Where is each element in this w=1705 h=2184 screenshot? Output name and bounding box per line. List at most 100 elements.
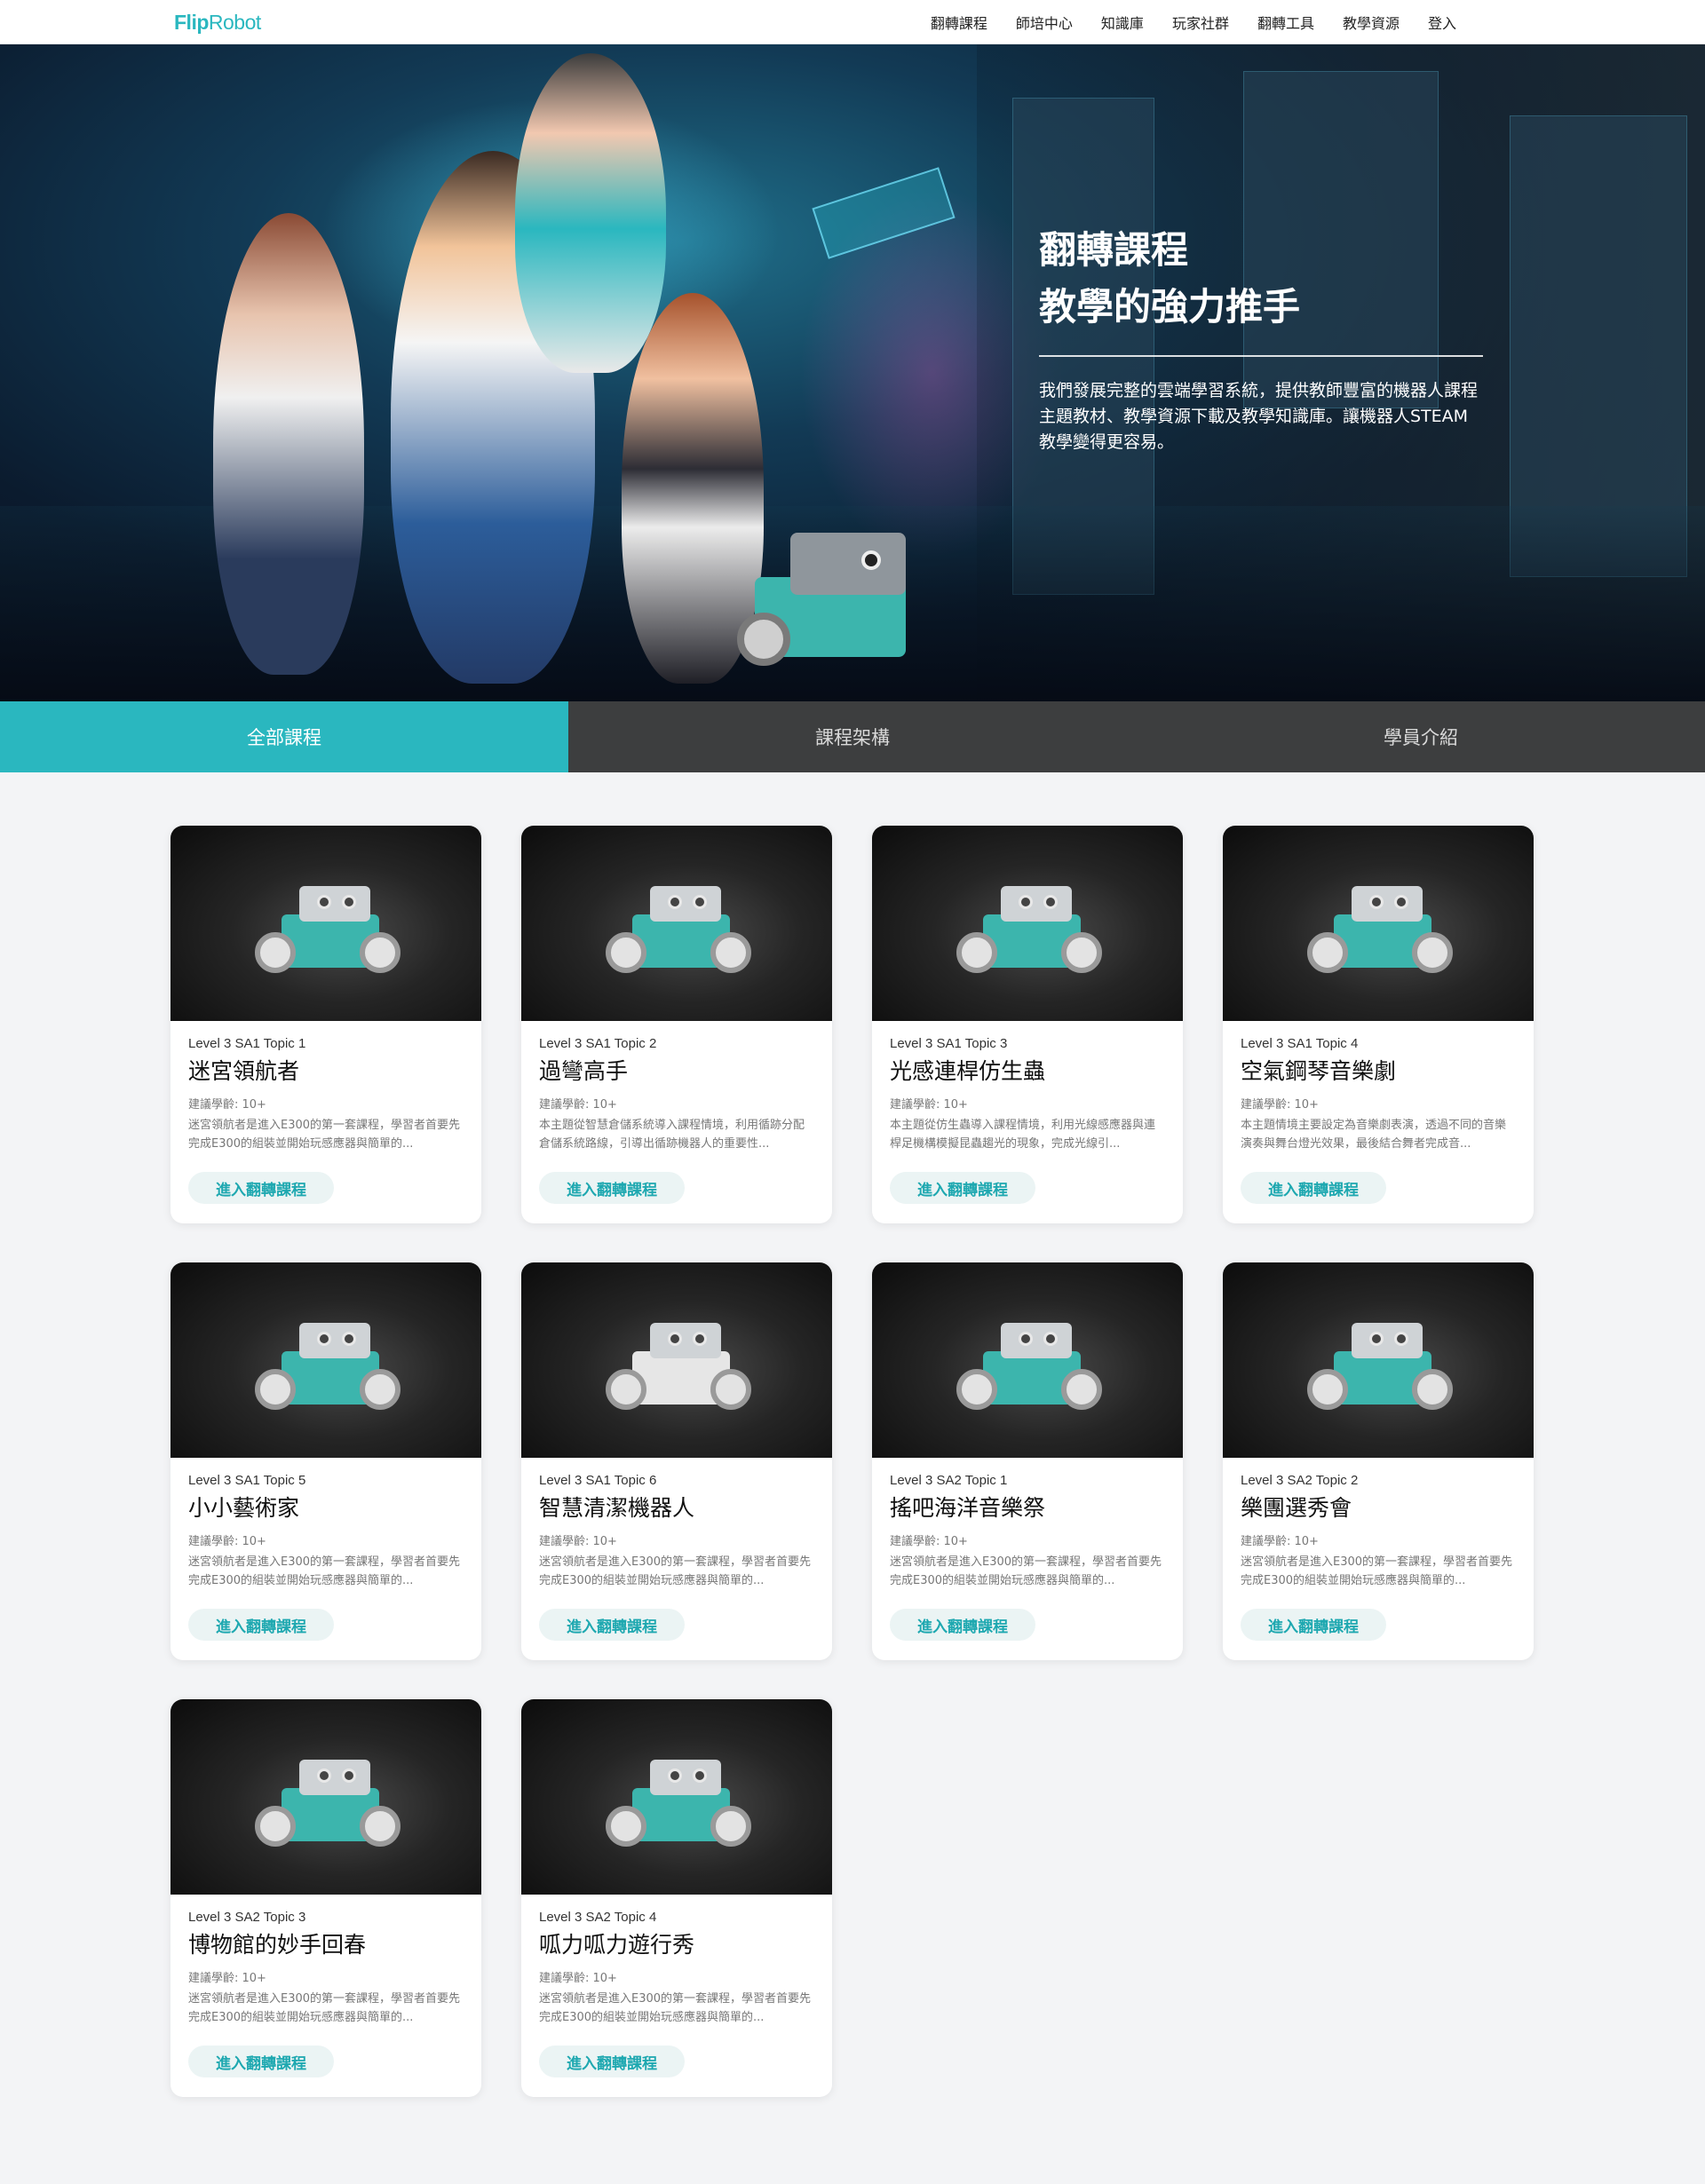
course-image [872,1262,1183,1458]
robot-illustration [606,1744,751,1859]
robot-illustration [1307,870,1453,985]
course-description: 本主題從仿生蟲導入課程情境，利用光線感應器與連桿足機構模擬昆蟲趨光的現象，完成光… [890,1119,1156,1151]
course-description: 迷宮領航者是進入E300的第一套課程，學習者首要先完成E300的組裝並開始玩感應… [188,1119,461,1151]
course-title[interactable]: 智慧清潔機器人 [539,1494,814,1523]
tab-student-intro[interactable]: 學員介紹 [1137,701,1705,772]
nav-flip-tools[interactable]: 翻轉工具 [1257,12,1314,33]
nav-flip-course[interactable]: 翻轉課程 [931,12,987,33]
course-description: 迷宮領航者是進入E300的第一套課程，學習者首要先完成E300的組裝並開始玩感應… [188,1555,461,1587]
nav-knowledge-base[interactable]: 知識庫 [1101,12,1144,33]
hero-description: 我們發展完整的雲端學習系統，提供教師豐富的機器人課程主題教材、教學資源下載及教學… [1039,381,1479,452]
course-level: Level 3 SA2 Topic 2 [1241,1473,1359,1488]
course-age: 建議學齡: 10+ [1241,1098,1319,1112]
enter-course-button[interactable]: 進入翻轉課程 [539,1172,685,1204]
course-card[interactable]: Level 3 SA1 Topic 4 空氣鋼琴音樂劇 建議學齡: 10+ 本主… [1223,826,1534,1223]
course-title[interactable]: 樂團選秀會 [1241,1494,1516,1523]
enter-course-button[interactable]: 進入翻轉課程 [188,1172,334,1204]
course-age: 建議學齡: 10+ [1241,1535,1319,1548]
course-title[interactable]: 迷宮領航者 [188,1057,464,1086]
course-level: Level 3 SA1 Topic 1 [188,1036,306,1051]
course-description: 迷宮領航者是進入E300的第一套課程，學習者首要先完成E300的組裝並開始玩感應… [890,1555,1162,1587]
robot-illustration [956,1307,1102,1422]
course-image [872,826,1183,1021]
course-card[interactable]: Level 3 SA2 Topic 1 搖吧海洋音樂祭 建議學齡: 10+ 迷宮… [872,1262,1183,1660]
course-card[interactable]: Level 3 SA2 Topic 3 博物館的妙手回春 建議學齡: 10+ 迷… [170,1699,481,2097]
course-image [170,826,481,1021]
robot-illustration [956,870,1102,985]
top-navbar: FlipRobot 翻轉課程 師培中心 知識庫 玩家社群 翻轉工具 教學資源 登… [0,0,1705,44]
course-title[interactable]: 過彎高手 [539,1057,814,1086]
course-title[interactable]: 呱力呱力遊行秀 [539,1931,814,1959]
robot-illustration [606,1307,751,1422]
course-image [170,1262,481,1458]
hero-divider [1039,355,1483,357]
course-age: 建議學齡: 10+ [539,1535,617,1548]
course-tabs: 全部課程 課程架構 學員介紹 [0,701,1705,772]
course-age: 建議學齡: 10+ [188,1535,266,1548]
course-level: Level 3 SA1 Topic 2 [539,1036,657,1051]
hero-character-girl [515,53,666,373]
course-card[interactable]: Level 3 SA2 Topic 2 樂團選秀會 建議學齡: 10+ 迷宮領航… [1223,1262,1534,1660]
course-image [1223,826,1534,1021]
course-grid: Level 3 SA1 Topic 1 迷宮領航者 建議學齡: 10+ 迷宮領航… [170,826,1534,2097]
enter-course-button[interactable]: 進入翻轉課程 [188,1609,334,1641]
course-image [1223,1262,1534,1458]
robot-illustration [1307,1307,1453,1422]
enter-course-button[interactable]: 進入翻轉課程 [539,1609,685,1641]
enter-course-button[interactable]: 進入翻轉課程 [1241,1172,1386,1204]
course-card[interactable]: Level 3 SA1 Topic 1 迷宮領航者 建議學齡: 10+ 迷宮領航… [170,826,481,1223]
nav-login[interactable]: 登入 [1428,12,1456,33]
nav-community[interactable]: 玩家社群 [1172,12,1229,33]
course-card[interactable]: Level 3 SA2 Topic 4 呱力呱力遊行秀 建議學齡: 10+ 迷宮… [521,1699,832,2097]
tab-course-structure[interactable]: 課程架構 [568,701,1137,772]
course-description: 迷宮領航者是進入E300的第一套課程，學習者首要先完成E300的組裝並開始玩感應… [188,1992,461,2024]
robot-illustration [255,1744,400,1859]
course-age: 建議學齡: 10+ [890,1535,968,1548]
course-title[interactable]: 小小藝術家 [188,1494,464,1523]
enter-course-button[interactable]: 進入翻轉課程 [1241,1609,1386,1641]
tab-all-courses[interactable]: 全部課程 [0,701,568,772]
course-image [521,1262,832,1458]
hero-robot [737,524,924,666]
course-age: 建議學齡: 10+ [539,1972,617,1985]
robot-illustration [255,1307,400,1422]
enter-course-button[interactable]: 進入翻轉課程 [890,1609,1035,1641]
course-image [170,1699,481,1895]
course-title[interactable]: 博物館的妙手回春 [188,1931,464,1959]
course-title[interactable]: 搖吧海洋音樂祭 [890,1494,1165,1523]
course-title[interactable]: 空氣鋼琴音樂劇 [1241,1057,1516,1086]
course-image [521,826,832,1021]
hero-title-line2: 教學的強力推手 [1039,285,1301,328]
course-level: Level 3 SA1 Topic 3 [890,1036,1008,1051]
course-age: 建議學齡: 10+ [539,1098,617,1112]
robot-illustration [255,870,400,985]
course-description: 迷宮領航者是進入E300的第一套課程，學習者首要先完成E300的組裝並開始玩感應… [1241,1555,1513,1587]
course-level: Level 3 SA1 Topic 5 [188,1473,306,1488]
course-level: Level 3 SA1 Topic 4 [1241,1036,1359,1051]
course-age: 建議學齡: 10+ [188,1098,266,1112]
course-description: 迷宮領航者是進入E300的第一套課程，學習者首要先完成E300的組裝並開始玩感應… [539,1555,812,1587]
course-description: 迷宮領航者是進入E300的第一套課程，學習者首要先完成E300的組裝並開始玩感應… [539,1992,812,2024]
course-card[interactable]: Level 3 SA1 Topic 3 光感連桿仿生蟲 建議學齡: 10+ 本主… [872,826,1183,1223]
course-level: Level 3 SA2 Topic 1 [890,1473,1008,1488]
nav-teacher-center[interactable]: 師培中心 [1016,12,1073,33]
nav-teaching-resources[interactable]: 教學資源 [1343,12,1400,33]
course-age: 建議學齡: 10+ [188,1972,266,1985]
course-age: 建議學齡: 10+ [890,1098,968,1112]
course-image [521,1699,832,1895]
hero-title-line1: 翻轉課程 [1039,228,1189,272]
enter-course-button[interactable]: 進入翻轉課程 [539,2046,685,2077]
robot-illustration [606,870,751,985]
enter-course-button[interactable]: 進入翻轉課程 [188,2046,334,2077]
course-description: 本主題情境主要設定為音樂劇表演，透過不同的音樂演奏與舞台燈光效果，最後結合舞者完… [1241,1119,1507,1151]
fliprobot-logo[interactable]: FlipRobot [174,11,261,35]
course-card[interactable]: Level 3 SA1 Topic 6 智慧清潔機器人 建議學齡: 10+ 迷宮… [521,1262,832,1660]
course-card[interactable]: Level 3 SA1 Topic 5 小小藝術家 建議學齡: 10+ 迷宮領航… [170,1262,481,1660]
course-level: Level 3 SA2 Topic 3 [188,1910,306,1925]
course-card[interactable]: Level 3 SA1 Topic 2 過彎高手 建議學齡: 10+ 本主題從智… [521,826,832,1223]
hero-text-block: 翻轉課程 教學的強力推手 我們發展完整的雲端學習系統，提供教師豐富的機器人課程主… [1039,222,1483,455]
main-nav: 翻轉課程 師培中心 知識庫 玩家社群 翻轉工具 教學資源 登入 [931,0,1456,44]
enter-course-button[interactable]: 進入翻轉課程 [890,1172,1035,1204]
course-description: 本主題從智慧倉儲系統導入課程情境，利用循跡分配倉儲系統路線，引導出循跡機器人的重… [539,1119,805,1151]
course-title[interactable]: 光感連桿仿生蟲 [890,1057,1165,1086]
